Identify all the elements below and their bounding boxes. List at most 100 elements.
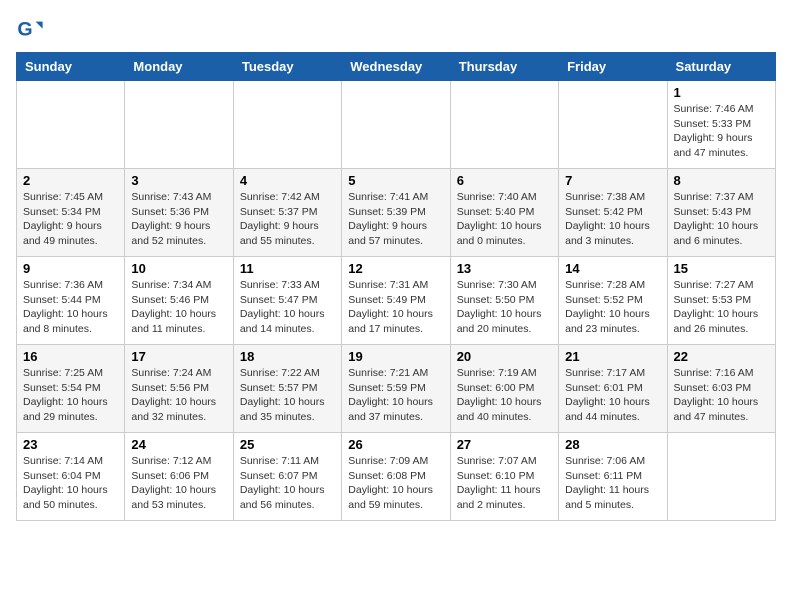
logo: G Blue <box>16 16 46 44</box>
calendar-cell: 22 Sunrise: 7:16 AM Sunset: 6:03 PM Dayli… <box>667 345 775 433</box>
calendar-cell: 6 Sunrise: 7:40 AM Sunset: 5:40 PM Daylig… <box>450 169 558 257</box>
day-number: 15 <box>674 261 769 276</box>
calendar-cell: 13Sunrise: 7:30 AM Sunset: 5:50 PM Dayli… <box>450 257 558 345</box>
day-number: 14 <box>565 261 660 276</box>
day-info: Sunrise: 7:36 AM Sunset: 5:44 PM Dayligh… <box>23 278 118 337</box>
calendar-cell <box>233 81 341 169</box>
day-number: 18 <box>240 349 335 364</box>
day-info: Sunrise: 7:41 AM Sunset: 5:39 PM Dayligh… <box>348 190 443 249</box>
calendar-cell: 7 Sunrise: 7:38 AM Sunset: 5:42 PM Daylig… <box>559 169 667 257</box>
calendar-cell: 16 Sunrise: 7:25 AM Sunset: 5:54 PM Dayli… <box>17 345 125 433</box>
day-number: 4 <box>240 173 335 188</box>
calendar-cell: 17 Sunrise: 7:24 AM Sunset: 5:56 PM Dayli… <box>125 345 233 433</box>
day-info: Sunrise: 7:46 AM Sunset: 5:33 PM Dayligh… <box>674 102 769 161</box>
page-header: G Blue <box>16 16 776 44</box>
day-info: Sunrise: 7:11 AM Sunset: 6:07 PM Dayligh… <box>240 454 335 513</box>
calendar-cell: 23Sunrise: 7:14 AM Sunset: 6:04 PM Dayli… <box>17 433 125 521</box>
day-number: 2 <box>23 173 118 188</box>
calendar-cell: 2 Sunrise: 7:45 AM Sunset: 5:34 PM Daylig… <box>17 169 125 257</box>
calendar-cell: 19 Sunrise: 7:21 AM Sunset: 5:59 PM Dayli… <box>342 345 450 433</box>
day-info: Sunrise: 7:34 AM Sunset: 5:46 PM Dayligh… <box>131 278 226 337</box>
day-number: 20 <box>457 349 552 364</box>
calendar-cell: 4 Sunrise: 7:42 AM Sunset: 5:37 PM Daylig… <box>233 169 341 257</box>
weekday-header-saturday: Saturday <box>667 53 775 81</box>
calendar-cell: 1 Sunrise: 7:46 AM Sunset: 5:33 PM Daylig… <box>667 81 775 169</box>
day-info: Sunrise: 7:38 AM Sunset: 5:42 PM Dayligh… <box>565 190 660 249</box>
calendar-cell: 8 Sunrise: 7:37 AM Sunset: 5:43 PM Daylig… <box>667 169 775 257</box>
day-number: 3 <box>131 173 226 188</box>
calendar-cell: 25Sunrise: 7:11 AM Sunset: 6:07 PM Dayli… <box>233 433 341 521</box>
weekday-header-tuesday: Tuesday <box>233 53 341 81</box>
day-info: Sunrise: 7:21 AM Sunset: 5:59 PM Dayligh… <box>348 366 443 425</box>
weekday-header-friday: Friday <box>559 53 667 81</box>
day-info: Sunrise: 7:06 AM Sunset: 6:11 PM Dayligh… <box>565 454 660 513</box>
day-info: Sunrise: 7:16 AM Sunset: 6:03 PM Dayligh… <box>674 366 769 425</box>
day-number: 8 <box>674 173 769 188</box>
day-number: 16 <box>23 349 118 364</box>
day-number: 21 <box>565 349 660 364</box>
day-number: 5 <box>348 173 443 188</box>
day-number: 1 <box>674 85 769 100</box>
day-info: Sunrise: 7:19 AM Sunset: 6:00 PM Dayligh… <box>457 366 552 425</box>
weekday-header-sunday: Sunday <box>17 53 125 81</box>
svg-text:G: G <box>17 19 32 41</box>
calendar-cell <box>17 81 125 169</box>
calendar-cell: 21 Sunrise: 7:17 AM Sunset: 6:01 PM Dayli… <box>559 345 667 433</box>
calendar-cell: 14Sunrise: 7:28 AM Sunset: 5:52 PM Dayli… <box>559 257 667 345</box>
day-info: Sunrise: 7:31 AM Sunset: 5:49 PM Dayligh… <box>348 278 443 337</box>
calendar-cell: 3 Sunrise: 7:43 AM Sunset: 5:36 PM Daylig… <box>125 169 233 257</box>
day-info: Sunrise: 7:24 AM Sunset: 5:56 PM Dayligh… <box>131 366 226 425</box>
weekday-header-row: SundayMondayTuesdayWednesdayThursdayFrid… <box>17 53 776 81</box>
calendar-cell: 18 Sunrise: 7:22 AM Sunset: 5:57 PM Dayli… <box>233 345 341 433</box>
weekday-header-monday: Monday <box>125 53 233 81</box>
day-info: Sunrise: 7:45 AM Sunset: 5:34 PM Dayligh… <box>23 190 118 249</box>
calendar-cell <box>559 81 667 169</box>
day-number: 28 <box>565 437 660 452</box>
weekday-header-thursday: Thursday <box>450 53 558 81</box>
calendar-cell: 20 Sunrise: 7:19 AM Sunset: 6:00 PM Dayli… <box>450 345 558 433</box>
logo-icon: G <box>16 16 44 44</box>
calendar-cell: 10 Sunrise: 7:34 AM Sunset: 5:46 PM Dayli… <box>125 257 233 345</box>
day-info: Sunrise: 7:37 AM Sunset: 5:43 PM Dayligh… <box>674 190 769 249</box>
day-info: Sunrise: 7:42 AM Sunset: 5:37 PM Dayligh… <box>240 190 335 249</box>
calendar-cell: 28 Sunrise: 7:06 AM Sunset: 6:11 PM Dayli… <box>559 433 667 521</box>
day-number: 23 <box>23 437 118 452</box>
calendar-cell <box>667 433 775 521</box>
day-number: 27 <box>457 437 552 452</box>
day-number: 6 <box>457 173 552 188</box>
day-info: Sunrise: 7:17 AM Sunset: 6:01 PM Dayligh… <box>565 366 660 425</box>
day-info: Sunrise: 7:09 AM Sunset: 6:08 PM Dayligh… <box>348 454 443 513</box>
calendar-week-row: 9 Sunrise: 7:36 AM Sunset: 5:44 PM Daylig… <box>17 257 776 345</box>
calendar-cell: 15 Sunrise: 7:27 AM Sunset: 5:53 PM Dayli… <box>667 257 775 345</box>
day-number: 24 <box>131 437 226 452</box>
calendar-cell: 9 Sunrise: 7:36 AM Sunset: 5:44 PM Daylig… <box>17 257 125 345</box>
day-info: Sunrise: 7:33 AM Sunset: 5:47 PM Dayligh… <box>240 278 335 337</box>
calendar-week-row: 16 Sunrise: 7:25 AM Sunset: 5:54 PM Dayli… <box>17 345 776 433</box>
day-number: 26 <box>348 437 443 452</box>
day-number: 7 <box>565 173 660 188</box>
day-number: 11 <box>240 261 335 276</box>
calendar-cell: 27Sunrise: 7:07 AM Sunset: 6:10 PM Dayli… <box>450 433 558 521</box>
day-number: 12 <box>348 261 443 276</box>
calendar-cell: 5 Sunrise: 7:41 AM Sunset: 5:39 PM Daylig… <box>342 169 450 257</box>
calendar-week-row: 1 Sunrise: 7:46 AM Sunset: 5:33 PM Daylig… <box>17 81 776 169</box>
day-info: Sunrise: 7:27 AM Sunset: 5:53 PM Dayligh… <box>674 278 769 337</box>
day-info: Sunrise: 7:22 AM Sunset: 5:57 PM Dayligh… <box>240 366 335 425</box>
day-number: 17 <box>131 349 226 364</box>
day-info: Sunrise: 7:40 AM Sunset: 5:40 PM Dayligh… <box>457 190 552 249</box>
day-number: 22 <box>674 349 769 364</box>
calendar-cell: 11 Sunrise: 7:33 AM Sunset: 5:47 PM Dayli… <box>233 257 341 345</box>
weekday-header-wednesday: Wednesday <box>342 53 450 81</box>
day-number: 19 <box>348 349 443 364</box>
day-info: Sunrise: 7:25 AM Sunset: 5:54 PM Dayligh… <box>23 366 118 425</box>
day-number: 10 <box>131 261 226 276</box>
day-number: 13 <box>457 261 552 276</box>
calendar-cell <box>450 81 558 169</box>
calendar-cell <box>125 81 233 169</box>
day-info: Sunrise: 7:43 AM Sunset: 5:36 PM Dayligh… <box>131 190 226 249</box>
calendar-week-row: 23Sunrise: 7:14 AM Sunset: 6:04 PM Dayli… <box>17 433 776 521</box>
calendar-table: SundayMondayTuesdayWednesdayThursdayFrid… <box>16 52 776 521</box>
day-number: 9 <box>23 261 118 276</box>
calendar-week-row: 2 Sunrise: 7:45 AM Sunset: 5:34 PM Daylig… <box>17 169 776 257</box>
day-info: Sunrise: 7:12 AM Sunset: 6:06 PM Dayligh… <box>131 454 226 513</box>
